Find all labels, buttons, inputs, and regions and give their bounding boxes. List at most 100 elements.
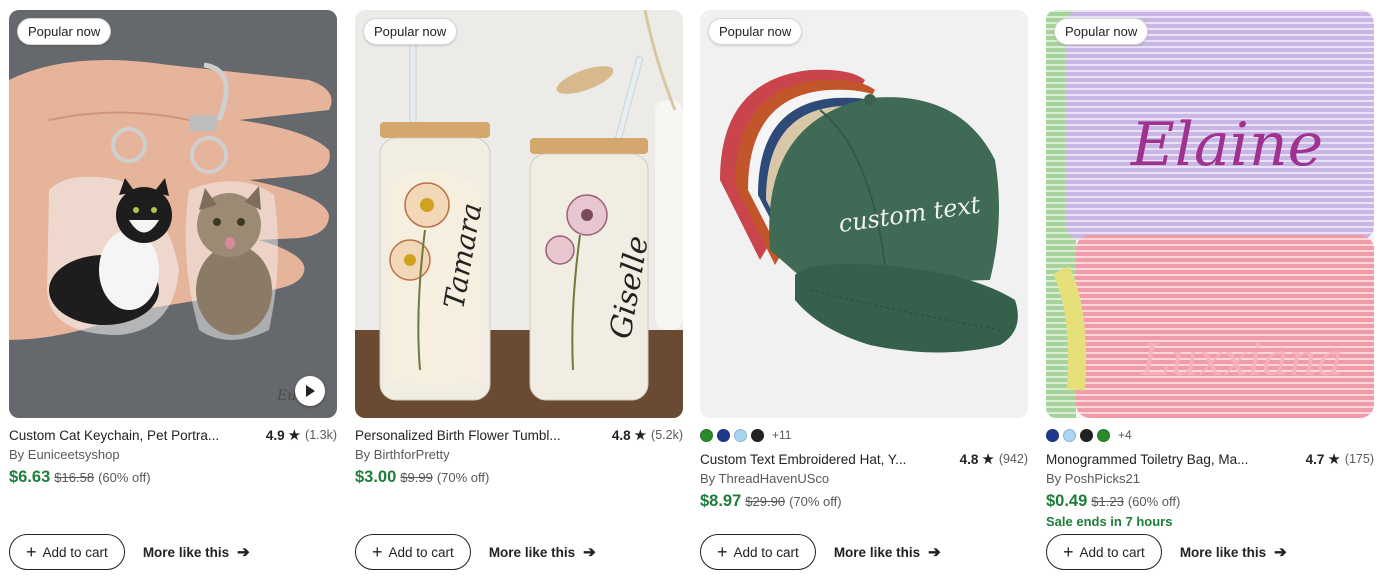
original-price: $9.99 [400, 470, 433, 485]
review-count: (1.3k) [305, 428, 337, 442]
sale-countdown: Sale ends in 7 hours [1046, 514, 1173, 529]
rating-score: 4.8 [959, 451, 979, 467]
more-like-this-link[interactable]: More like this ➔ [143, 543, 250, 561]
more-like-this-label: More like this [488, 544, 576, 560]
rating: 4.7 ★ (175) [1306, 450, 1374, 468]
sale-price: $3.00 [355, 468, 397, 486]
arrow-right-icon: ➔ [928, 544, 941, 561]
card-actions: + Add to cart More like this ➔ [1046, 534, 1287, 570]
add-to-cart-label: Add to cart [42, 544, 108, 560]
arrow-right-icon: ➔ [583, 544, 596, 561]
product-image[interactable]: Eun Popular now [9, 10, 337, 418]
color-swatch[interactable] [700, 428, 713, 442]
product-card-toiletry-bag[interactable]: Elaine Luxxiana Popular now +4 Monogramm… [1046, 10, 1374, 570]
bag-monogram-bottom: Luxxiana [1140, 335, 1343, 386]
arrow-right-icon: ➔ [1274, 544, 1287, 561]
price-row: $0.49 $1.23 (60% off) [1046, 492, 1374, 511]
product-title[interactable]: Custom Text Embroidered Hat, Y... [700, 452, 930, 467]
shop-name[interactable]: By BirthforPretty [355, 447, 683, 462]
product-image[interactable]: Elaine Luxxiana Popular now [1046, 10, 1374, 418]
add-to-cart-button[interactable]: + Add to cart [9, 534, 125, 570]
sale-price: $8.97 [700, 492, 742, 510]
star-icon: ★ [981, 451, 995, 468]
color-swatch[interactable] [717, 428, 730, 442]
play-icon[interactable] [295, 376, 325, 406]
discount: (70% off) [436, 470, 490, 485]
rating: 4.9 ★ (1.3k) [266, 426, 337, 444]
product-title[interactable]: Monogrammed Toiletry Bag, Ma... [1046, 452, 1276, 467]
title-row: Personalized Birth Flower Tumbl... 4.8 ★… [355, 426, 683, 444]
sale-price: $0.49 [1046, 492, 1088, 510]
card-actions: + Add to cart More like this ➔ [9, 534, 250, 570]
title-row: Custom Text Embroidered Hat, Y... 4.8 ★ … [700, 450, 1028, 468]
review-count: (5.2k) [651, 428, 683, 442]
more-colors-count[interactable]: +11 [772, 428, 791, 442]
shop-name[interactable]: By PoshPicks21 [1046, 471, 1374, 486]
plus-icon: + [372, 542, 383, 562]
product-title[interactable]: Custom Cat Keychain, Pet Portra... [9, 428, 239, 443]
card-actions: + Add to cart More like this ➔ [700, 534, 941, 570]
original-price: $29.90 [745, 494, 786, 509]
star-icon: ★ [1327, 451, 1341, 468]
color-swatch[interactable] [734, 428, 747, 442]
product-card-birth-flower-tumbler[interactable]: Tamara Giselle Popular now Personalized … [355, 10, 683, 570]
tumbler-photo: Tamara Giselle [355, 10, 683, 418]
popular-badge: Popular now [363, 18, 458, 45]
add-to-cart-label: Add to cart [733, 544, 799, 560]
product-title[interactable]: Personalized Birth Flower Tumbl... [355, 428, 585, 443]
more-like-this-link[interactable]: More like this ➔ [1180, 543, 1287, 561]
discount: (70% off) [789, 494, 842, 509]
product-image[interactable]: custom text Popular now [700, 10, 1028, 418]
hat-photo: custom text [700, 10, 1028, 418]
original-price: $1.23 [1091, 494, 1124, 509]
price-row: $8.97 $29.90 (70% off) [700, 492, 1028, 511]
shop-name[interactable]: By Euniceetsyshop [9, 447, 337, 462]
title-row: Monogrammed Toiletry Bag, Ma... 4.7 ★ (1… [1046, 450, 1374, 468]
toiletry-bag-photo: Elaine Luxxiana [1046, 10, 1374, 418]
add-to-cart-button[interactable]: + Add to cart [1046, 534, 1162, 570]
discount: (60% off) [1127, 494, 1181, 509]
product-image[interactable]: Tamara Giselle Popular now [355, 10, 683, 418]
sale-price: $6.63 [9, 468, 51, 486]
color-swatch[interactable] [1097, 428, 1110, 442]
more-like-this-label: More like this [142, 544, 230, 560]
more-like-this-label: More like this [1179, 544, 1267, 560]
color-swatch[interactable] [1046, 428, 1059, 442]
price-row: $6.63 $16.58 (60% off) [9, 468, 337, 487]
add-to-cart-button[interactable]: + Add to cart [700, 534, 816, 570]
product-grid: Eun Popular now Custom Cat Keychain, Pet… [0, 0, 1386, 575]
review-count: (942) [998, 452, 1028, 466]
more-like-this-link[interactable]: More like this ➔ [834, 543, 941, 561]
review-count: (175) [1344, 452, 1374, 466]
color-swatch[interactable] [1080, 428, 1093, 442]
bag-monogram-top: Elaine [1130, 110, 1323, 180]
color-swatches: +11 [700, 428, 1028, 442]
popular-badge: Popular now [708, 18, 803, 45]
color-swatches: +4 [1046, 428, 1374, 442]
rating: 4.8 ★ (942) [960, 450, 1028, 468]
star-icon: ★ [633, 427, 648, 444]
rating: 4.8 ★ (5.2k) [612, 426, 683, 444]
popular-badge: Popular now [1054, 18, 1149, 45]
product-card-cat-keychain[interactable]: Eun Popular now Custom Cat Keychain, Pet… [9, 10, 337, 570]
add-to-cart-label: Add to cart [1079, 544, 1145, 560]
card-actions: + Add to cart More like this ➔ [355, 534, 596, 570]
color-swatch[interactable] [751, 428, 764, 442]
product-card-embroidered-hat[interactable]: custom text Popular now +11 Custom Text … [700, 10, 1028, 570]
plus-icon: + [1063, 542, 1074, 562]
rating-score: 4.9 [265, 427, 285, 443]
popular-badge: Popular now [17, 18, 112, 45]
more-colors-count[interactable]: +4 [1118, 428, 1132, 442]
more-like-this-link[interactable]: More like this ➔ [489, 543, 596, 561]
original-price: $16.58 [54, 470, 95, 485]
star-icon: ★ [287, 427, 302, 444]
color-swatch[interactable] [1063, 428, 1076, 442]
title-row: Custom Cat Keychain, Pet Portra... 4.9 ★… [9, 426, 337, 444]
price-row: $3.00 $9.99 (70% off) [355, 468, 683, 487]
add-to-cart-button[interactable]: + Add to cart [355, 534, 471, 570]
arrow-right-icon: ➔ [237, 544, 250, 561]
plus-icon: + [717, 542, 728, 562]
shop-name[interactable]: By ThreadHavenUSco [700, 471, 1028, 486]
add-to-cart-label: Add to cart [388, 544, 454, 560]
discount: (60% off) [98, 470, 151, 485]
